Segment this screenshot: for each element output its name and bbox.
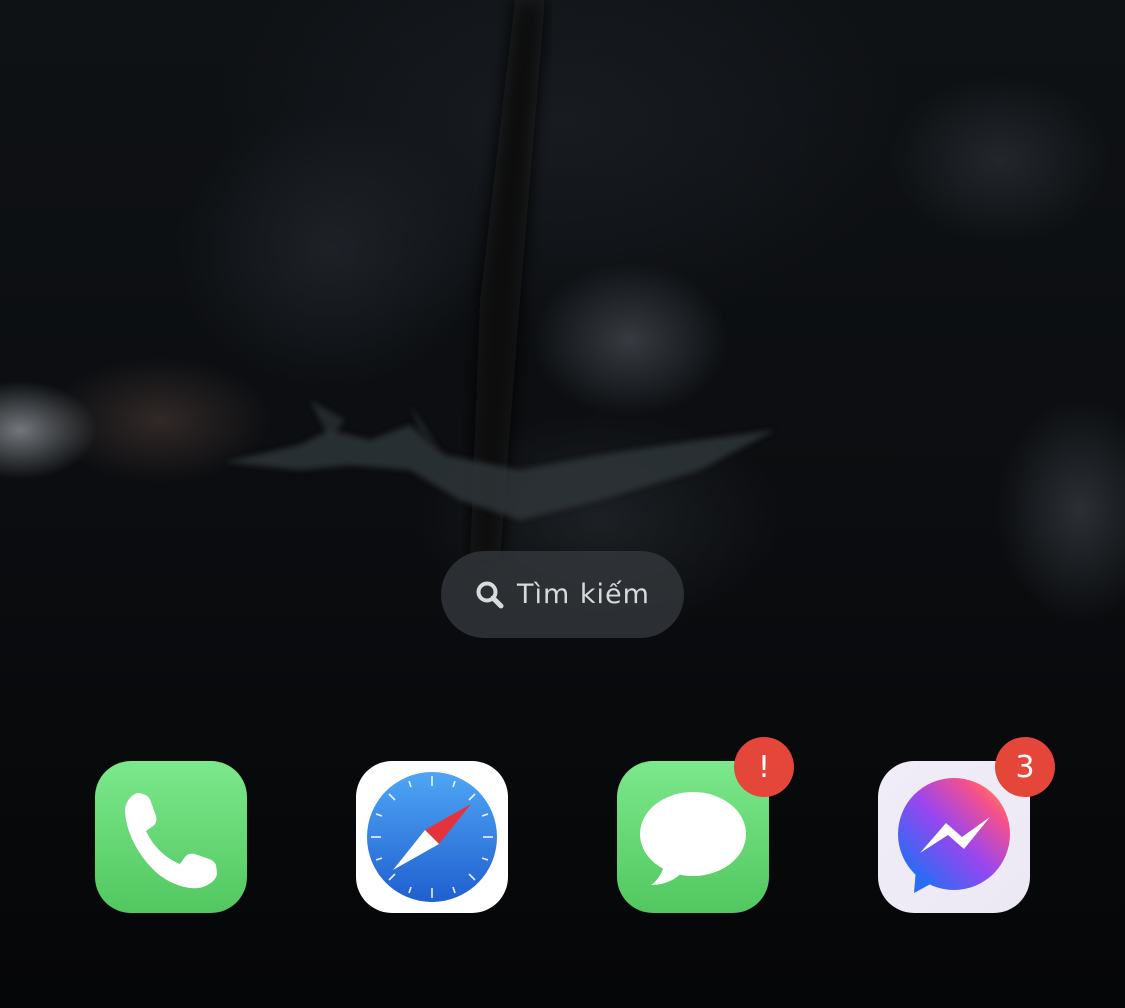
dock-app-messages[interactable]: ! xyxy=(617,737,794,913)
phone-app-icon xyxy=(95,761,247,913)
search-label: Tìm kiếm xyxy=(517,579,650,610)
compass-icon xyxy=(356,761,508,913)
search-button[interactable]: Tìm kiếm xyxy=(441,551,684,638)
phone-icon xyxy=(95,761,247,913)
home-screen: Tìm kiếm ! 3 xyxy=(0,0,1125,1008)
dock-app-phone[interactable] xyxy=(95,761,247,913)
safari-app-icon xyxy=(356,761,508,913)
dock-app-safari[interactable] xyxy=(356,761,508,913)
dock-app-messenger[interactable]: 3 xyxy=(878,737,1055,913)
notification-badge: 3 xyxy=(995,737,1055,797)
search-icon xyxy=(475,580,505,610)
notification-badge: ! xyxy=(734,737,794,797)
